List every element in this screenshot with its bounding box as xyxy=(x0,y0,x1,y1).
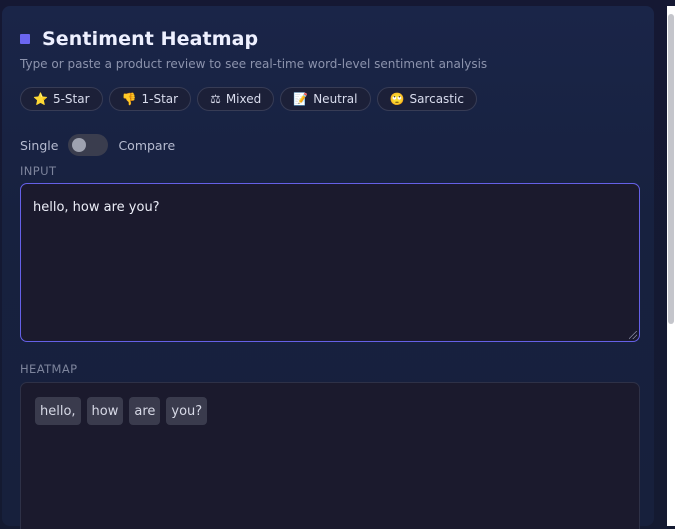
eye-roll-icon: 🙄 xyxy=(389,92,405,106)
page-scrollbar[interactable] xyxy=(667,6,675,526)
review-textarea[interactable]: hello, how are you? xyxy=(20,183,640,342)
preset-label: Neutral xyxy=(313,92,358,106)
mode-toggle-row: Single Compare xyxy=(20,134,175,156)
app-page: Sentiment Heatmap Type or paste a produc… xyxy=(0,0,675,529)
preset-5-star-button[interactable]: ⭐ 5-Star xyxy=(20,87,103,111)
review-text: hello, how are you? xyxy=(33,200,160,215)
preset-1-star-button[interactable]: 👎 1-Star xyxy=(108,87,192,111)
heatmap-section-label: HEATMAP xyxy=(20,362,78,376)
preset-label: 1-Star xyxy=(141,92,179,106)
resize-grip-icon[interactable] xyxy=(629,331,637,339)
compare-toggle[interactable] xyxy=(68,134,109,156)
preset-sarcastic-button[interactable]: 🙄 Sarcastic xyxy=(376,87,477,111)
preset-label: Sarcastic xyxy=(409,92,464,106)
mode-single-label: Single xyxy=(20,137,59,153)
preset-label: 5-Star xyxy=(52,92,90,106)
star-icon: ⭐ xyxy=(33,92,48,106)
heatmap-token[interactable]: hello, xyxy=(35,397,81,425)
preset-neutral-button[interactable]: 📝 Neutral xyxy=(280,87,371,111)
toggle-knob xyxy=(72,138,87,152)
heatmap-token[interactable]: are xyxy=(129,397,161,425)
page-subtitle: Type or paste a product review to see re… xyxy=(20,57,488,71)
header: Sentiment Heatmap xyxy=(20,28,258,50)
preset-mixed-button[interactable]: ⚖ Mixed xyxy=(197,87,275,111)
title-square-icon xyxy=(20,34,30,44)
heatmap-token[interactable]: how xyxy=(86,397,124,425)
thumbs-down-icon: 👎 xyxy=(121,92,137,106)
mode-compare-label: Compare xyxy=(118,137,176,153)
heatmap-output: hello, how are you? xyxy=(20,382,640,529)
heatmap-token[interactable]: you? xyxy=(166,397,208,425)
input-section-label: INPUT xyxy=(20,164,57,178)
page-title: Sentiment Heatmap xyxy=(42,28,259,50)
preset-label: Mixed xyxy=(225,92,262,106)
preset-bar: ⭐ 5-Star 👎 1-Star ⚖ Mixed 📝 Neutral 🙄 Sa… xyxy=(20,87,477,111)
memo-icon: 📝 xyxy=(293,92,309,106)
scales-icon: ⚖ xyxy=(210,92,221,106)
scrollbar-thumb[interactable] xyxy=(668,14,674,324)
main-panel: Sentiment Heatmap Type or paste a produc… xyxy=(2,6,654,529)
